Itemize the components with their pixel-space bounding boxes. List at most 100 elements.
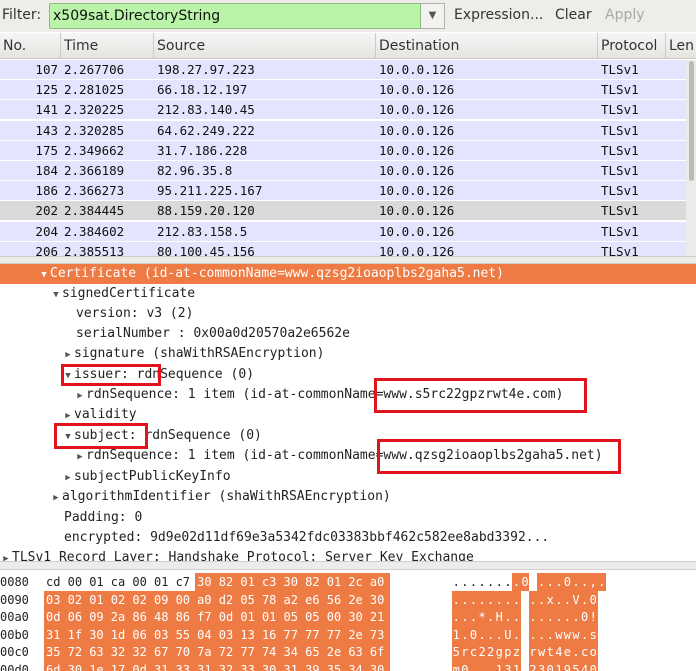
- hex-byte[interactable]: 1f: [65, 625, 88, 644]
- hex-byte[interactable]: 00: [173, 590, 196, 609]
- packet-row[interactable]: 2022.38444588.159.20.12010.0.0.126TLSv11: [0, 201, 696, 222]
- hex-byte[interactable]: 56: [324, 590, 347, 609]
- hex-byte[interactable]: 00: [130, 573, 152, 591]
- hex-byte[interactable]: 01: [324, 573, 347, 591]
- column-header-protocol[interactable]: Protocol: [598, 33, 666, 59]
- hex-byte[interactable]: 86: [130, 608, 152, 626]
- expanded-arrow-icon[interactable]: ▼: [50, 285, 62, 305]
- hex-byte[interactable]: 04: [195, 625, 217, 644]
- column-header-time[interactable]: Time: [61, 33, 154, 59]
- hex-byte[interactable]: 34: [346, 660, 368, 671]
- hex-byte[interactable]: 32: [108, 643, 131, 661]
- expanded-arrow-icon[interactable]: ▼: [38, 265, 50, 285]
- hex-byte[interactable]: 01: [238, 608, 260, 626]
- hex-byte[interactable]: 31: [44, 625, 66, 644]
- hex-byte[interactable]: 34: [281, 643, 304, 661]
- hex-byte[interactable]: 00: [324, 608, 347, 626]
- tree-item-certificate[interactable]: ▼ Certificate (id-at-commonName=www.qzsg2…: [0, 264, 696, 284]
- packet-row[interactable]: 206 2.385513 80.100.45.156 10.0.0.126 TLSv1: [0, 241, 696, 256]
- hex-byte[interactable]: 16: [259, 625, 282, 644]
- hex-byte[interactable]: 30: [259, 660, 282, 671]
- hex-byte[interactable]: 31: [151, 660, 174, 671]
- hex-byte[interactable]: 2c: [346, 573, 368, 591]
- hex-byte[interactable]: 35: [324, 660, 347, 671]
- hex-byte[interactable]: 78: [259, 590, 282, 609]
- hex-byte[interactable]: 77: [303, 625, 325, 644]
- collapsed-arrow-icon[interactable]: ▶: [74, 386, 86, 406]
- hex-byte[interactable]: 01: [259, 608, 282, 626]
- tree-item-signature[interactable]: ▶ signature (shaWithRSAEncryption): [0, 344, 324, 364]
- hex-byte[interactable]: 77: [324, 625, 347, 644]
- tree-item-serial-number[interactable]: serialNumber : 0x00a0d20570a2e6562e: [0, 324, 350, 344]
- apply-button[interactable]: Apply: [605, 7, 645, 23]
- hex-byte[interactable]: 77: [281, 625, 304, 644]
- packet-row[interactable]: 141 2.320225 212.83.140.45 10.0.0.126 TLSv1: [0, 100, 696, 121]
- hex-byte[interactable]: 03: [44, 590, 66, 609]
- hex-byte[interactable]: 05: [303, 608, 325, 626]
- packet-row[interactable]: 125 2.281025 66.18.12.197 10.0.0.126 TLSv1: [0, 80, 696, 101]
- hex-byte[interactable]: 01: [238, 573, 260, 591]
- hex-byte[interactable]: 82: [303, 573, 325, 591]
- hex-byte[interactable]: 74: [259, 643, 282, 661]
- tree-item-tls-record[interactable]: ▶ TLSv1 Record Layer: Handshake Protocol:…: [0, 548, 474, 561]
- collapsed-arrow-icon[interactable]: ▶: [62, 468, 74, 488]
- hex-byte[interactable]: 13: [238, 625, 260, 644]
- collapsed-arrow-icon[interactable]: ▶: [62, 345, 74, 365]
- hex-byte[interactable]: c7: [174, 573, 196, 591]
- hex-byte[interactable]: 02: [65, 590, 88, 609]
- collapsed-arrow-icon[interactable]: ▶: [74, 447, 86, 467]
- hex-byte[interactable]: a2: [281, 590, 304, 609]
- hex-byte[interactable]: 72: [65, 643, 88, 661]
- hex-byte[interactable]: 02: [130, 590, 152, 609]
- tree-item-version[interactable]: version: v3 (2): [0, 304, 193, 324]
- packet-row[interactable]: 107 2.267706 198.27.97.223 10.0.0.126 TLSv1: [0, 60, 696, 80]
- hex-byte[interactable]: 31: [281, 660, 304, 671]
- hex-byte[interactable]: 0d: [44, 608, 66, 626]
- hex-byte[interactable]: 1d: [108, 625, 131, 644]
- hex-byte[interactable]: 63: [346, 643, 368, 661]
- hex-byte[interactable]: 2a: [108, 608, 131, 626]
- hex-byte[interactable]: 30: [281, 573, 304, 591]
- hex-byte[interactable]: f7: [195, 608, 217, 626]
- hex-byte[interactable]: 82: [216, 573, 239, 591]
- hex-byte[interactable]: 32: [130, 643, 152, 661]
- hex-byte[interactable]: 2e: [346, 590, 368, 609]
- packet-row[interactable]: 204 2.384602 212.83.158.5 10.0.0.126 TLSv1: [0, 221, 696, 242]
- hex-byte[interactable]: 73: [367, 625, 390, 644]
- hex-byte[interactable]: 33: [238, 660, 260, 671]
- hex-byte[interactable]: d2: [216, 590, 239, 609]
- packet-list-scroll-thumb[interactable]: [689, 61, 694, 181]
- tree-item-padding[interactable]: Padding: 0: [0, 508, 142, 528]
- tree-item-algorithm-identifier[interactable]: ▶ algorithmIdentifier (shaWithRSAEncrypti…: [0, 487, 390, 507]
- hex-byte[interactable]: 0d: [216, 608, 239, 626]
- hex-byte[interactable]: a0: [367, 573, 390, 591]
- hex-byte[interactable]: 09: [87, 608, 109, 626]
- tree-item-validity[interactable]: ▶ validity: [0, 405, 136, 425]
- hex-byte[interactable]: 30: [195, 573, 217, 591]
- hex-byte[interactable]: 05: [281, 608, 304, 626]
- hex-byte[interactable]: 03: [216, 625, 239, 644]
- packet-row[interactable]: 143 2.320285 64.62.249.222 10.0.0.126 TLSv1: [0, 120, 696, 141]
- hex-byte[interactable]: 30: [65, 660, 88, 671]
- hex-byte[interactable]: 09: [151, 590, 174, 609]
- hex-byte[interactable]: 48: [151, 608, 174, 626]
- hex-byte[interactable]: 2e: [324, 643, 347, 661]
- hex-byte[interactable]: 72: [216, 643, 239, 661]
- hex-byte[interactable]: 01: [87, 573, 109, 591]
- hex-byte[interactable]: 30: [87, 625, 109, 644]
- hex-byte[interactable]: 30: [367, 590, 390, 609]
- tree-item-signed-certificate[interactable]: ▼ signedCertificate: [0, 284, 195, 304]
- hex-byte[interactable]: 01: [87, 590, 109, 609]
- packet-row[interactable]: 186 2.366273 95.211.225.167 10.0.0.126 TLSv1: [0, 181, 696, 202]
- hex-byte[interactable]: 67: [151, 643, 174, 661]
- hex-byte[interactable]: cd: [44, 573, 66, 591]
- packet-row[interactable]: 175 2.349662 31.7.186.228 10.0.0.126 TLSv1: [0, 140, 696, 161]
- hex-byte[interactable]: 7a: [195, 643, 217, 661]
- hex-byte[interactable]: 03: [151, 625, 174, 644]
- hex-byte[interactable]: 86: [173, 608, 196, 626]
- clear-button[interactable]: Clear: [555, 7, 592, 23]
- hex-byte[interactable]: 21: [367, 608, 390, 626]
- hex-byte[interactable]: 30: [346, 608, 368, 626]
- tree-item-subject-public-key-info[interactable]: ▶ subjectPublicKeyInfo: [0, 467, 230, 488]
- hex-byte[interactable]: 65: [303, 643, 325, 661]
